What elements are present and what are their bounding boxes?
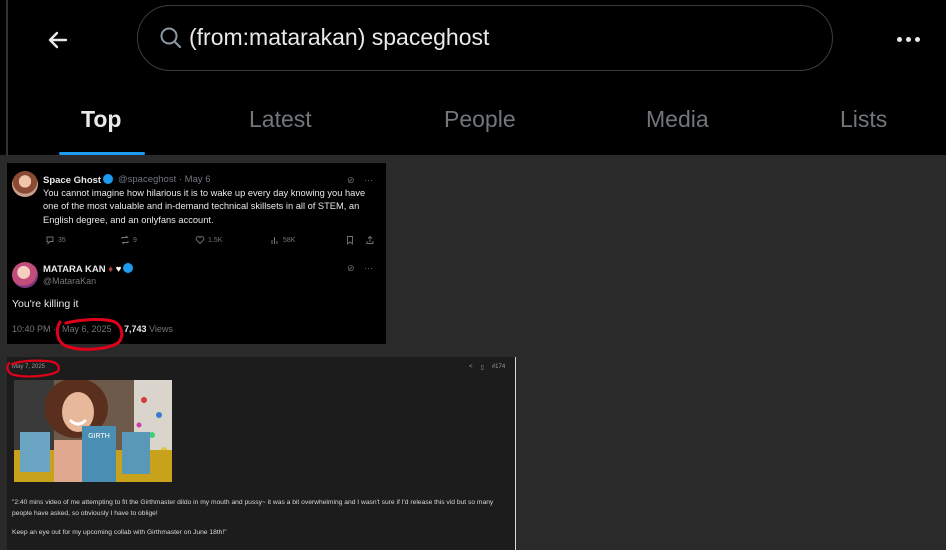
- reply-author-handle: @MataraKan: [43, 276, 97, 286]
- post-date: May 7, 2025: [12, 364, 46, 370]
- verified-badge-icon: [123, 263, 134, 273]
- repost-icon: [121, 235, 129, 245]
- heart-icon: [195, 236, 205, 245]
- grok-icon[interactable]: ⊘: [347, 263, 355, 274]
- comment-icon: [46, 236, 54, 245]
- divider: [515, 357, 516, 550]
- avatar[interactable]: [12, 262, 38, 288]
- like-action[interactable]: 1.5K: [195, 235, 222, 245]
- book-title: GIRTH: [88, 433, 110, 440]
- tab-lists[interactable]: Lists: [840, 106, 887, 133]
- avatar[interactable]: [12, 171, 38, 197]
- active-tab-indicator: [59, 152, 145, 155]
- white-heart-icon: ♥: [115, 264, 122, 275]
- share-icon[interactable]: <: [469, 364, 473, 371]
- dot-icon: [896, 36, 902, 42]
- arrow-left-icon: [48, 31, 68, 49]
- reply-text: You're killing it: [12, 298, 79, 310]
- search-icon: [160, 27, 182, 49]
- analytics-icon: [271, 237, 278, 244]
- post-number: #174: [491, 364, 506, 370]
- back-button[interactable]: [40, 22, 76, 58]
- view-count: 58K: [283, 236, 296, 244]
- reply-count: 35: [58, 236, 66, 244]
- bookmark-action[interactable]: [345, 235, 355, 245]
- tab-media[interactable]: Media: [646, 106, 709, 133]
- emoji-icon: ♦: [108, 264, 114, 275]
- more-icon[interactable]: ···: [364, 175, 373, 185]
- quoted-author-handle: @spaceghost · May 6: [118, 174, 211, 185]
- quoted-author-name[interactable]: Space Ghost: [43, 174, 114, 186]
- tab-people[interactable]: People: [444, 106, 516, 133]
- dot-icon: [905, 36, 911, 42]
- photo-image: GIRTH: [14, 380, 172, 482]
- share-action[interactable]: [365, 235, 375, 245]
- bookmark-icon: [347, 236, 353, 245]
- repost-count: 9: [133, 236, 137, 244]
- more-icon[interactable]: ···: [364, 263, 373, 273]
- post-actions: < ▯ #174: [469, 364, 505, 371]
- window-edge: [6, 0, 8, 155]
- post-caption-footer: Keep an eye out for my upcoming collab w…: [12, 529, 227, 536]
- tweet-time[interactable]: 10:40 PM ·: [12, 324, 56, 334]
- tweet-views: 7,743 Views: [124, 324, 173, 334]
- reply-action[interactable]: 35: [45, 235, 66, 245]
- tab-top[interactable]: Top: [81, 106, 121, 133]
- bookmark-icon[interactable]: ▯: [481, 364, 484, 371]
- views-action[interactable]: 58K: [270, 235, 295, 245]
- like-count: 1.5K: [208, 236, 223, 244]
- more-options-button[interactable]: [888, 26, 928, 52]
- post-photo[interactable]: GIRTH: [14, 380, 172, 482]
- quoted-tweet-text: You cannot imagine how hilarious it is t…: [43, 188, 366, 225]
- grok-icon[interactable]: ⊘: [347, 175, 355, 186]
- repost-action[interactable]: 9: [120, 235, 137, 245]
- search-query[interactable]: (from:matarakan) spaceghost: [189, 24, 489, 51]
- tab-latest[interactable]: Latest: [249, 106, 312, 133]
- tweet-date[interactable]: May 6, 2025: [62, 324, 112, 334]
- post-caption: "2:40 mins video of me attempting to fit…: [12, 499, 494, 517]
- dot-icon: [914, 36, 920, 42]
- share-icon: [366, 235, 374, 244]
- verified-badge-icon: [103, 174, 114, 184]
- reply-author-name[interactable]: MATARA KAN ♦ ♥: [43, 263, 134, 275]
